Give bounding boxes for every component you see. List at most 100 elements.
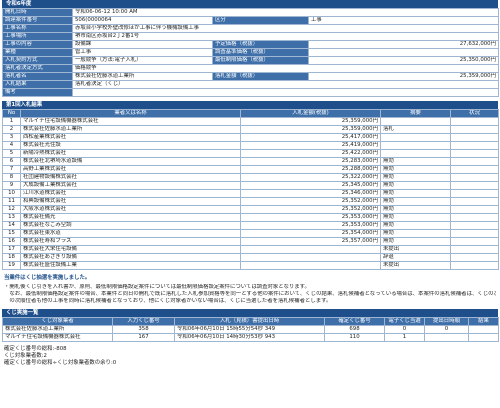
bid-status bbox=[450, 173, 499, 182]
lottery-name: 株式会社佐藤水道工業所 bbox=[2, 325, 113, 334]
table-row: 1 マルイチ住宅設備機器株式会社 25,359,000円 bbox=[2, 117, 499, 126]
bidder-name: 株式会社あさぎり設備 bbox=[20, 253, 241, 262]
bid-amount bbox=[240, 245, 381, 254]
bid-note bbox=[380, 141, 451, 150]
lottery-fixed-number: 110 bbox=[324, 333, 385, 342]
bid-amount: 25,352,000円 bbox=[240, 197, 381, 206]
bid-amount: 25,352,000円 bbox=[240, 205, 381, 214]
bid-table: No 業者又は名称 入札金額(税抜) 摘要 状況 1 マルイチ住宅設備機器株式会社… bbox=[2, 109, 499, 270]
notes-line: ・開札後くじ引きを入れ書が、原則、最低制限価格設定案件については最低制限価格設定… bbox=[4, 284, 310, 290]
info-label: 開札日時 bbox=[2, 8, 73, 17]
bid-note: 無効 bbox=[380, 237, 451, 246]
info-label: 工事の内容 bbox=[2, 40, 73, 49]
info-value: 令和06-06-12 10:00 AM bbox=[71, 8, 500, 17]
info-label: 区分 bbox=[212, 16, 309, 25]
info-label: 工事場所 bbox=[2, 32, 73, 41]
info-value: 27,632,000円 bbox=[307, 40, 500, 49]
info-value: 赤坂台小学校外壁改修ほか工事に伴う機械設備工事 bbox=[71, 24, 500, 33]
lottery-submit-time: 令和06年06月10日 14時30分53秒 943 bbox=[174, 333, 325, 342]
info-label: 工事名称 bbox=[2, 24, 73, 33]
bid-amount bbox=[240, 261, 381, 270]
info-label: 最低制限価格（税抜） bbox=[212, 56, 309, 65]
info-value bbox=[307, 48, 500, 57]
bid-note: 無効 bbox=[380, 205, 451, 214]
column-header: 入札（見積）書提出日時 bbox=[174, 317, 325, 326]
bid-no: 6 bbox=[2, 157, 21, 166]
info-value: 設備課 bbox=[72, 40, 213, 49]
bid-status bbox=[450, 245, 499, 254]
table-row: 3 西松産業株式会社 25,417,000円 bbox=[2, 133, 499, 142]
table-row: 19 株式会社盛住設備工業 未提出 bbox=[2, 261, 499, 270]
bid-no: 9 bbox=[2, 181, 21, 190]
bid-status bbox=[450, 117, 499, 126]
bid-amount: 25,354,000円 bbox=[240, 229, 381, 238]
bid-no: 7 bbox=[2, 165, 21, 174]
bid-amount: 25,359,000円 bbox=[240, 117, 381, 126]
column-header-status: 状況 bbox=[450, 109, 499, 118]
bidder-name: 株式会社東水道 bbox=[20, 229, 241, 238]
bid-amount: 25,346,000円 bbox=[240, 189, 381, 198]
bid-note: 無効 bbox=[380, 157, 451, 166]
column-header: 入力くじ番号 bbox=[112, 317, 175, 326]
bidder-name: 大阪水道株式会社 bbox=[20, 205, 241, 214]
bid-amount: 25,283,000円 bbox=[240, 157, 381, 166]
info-value: 一般競争（方法:電子入札） bbox=[72, 56, 213, 65]
bid-no: 4 bbox=[2, 141, 21, 150]
lottery-summary: 確定くじ番号の総和:-808 くじ対象業者数:2 確定くじ番号の総和÷くじ対象業… bbox=[4, 346, 496, 367]
info-label: 業種 bbox=[2, 48, 73, 57]
table-row: 5 新陽冷熱株式会社 25,422,000円 bbox=[2, 149, 499, 158]
notes-line: なお、最低制限価格設定案件の場合、本業件と同日の開札で既に落札した入札参加資格等… bbox=[9, 291, 496, 297]
table-row: マルイチ住宅設備機器株式会社 167 令和06年06月10日 14時30分53秒 9… bbox=[2, 333, 499, 342]
bidder-name: 株式会社大栄住宅設備 bbox=[20, 245, 241, 254]
bid-status bbox=[450, 229, 499, 238]
lottery-order bbox=[424, 333, 469, 342]
bid-amount bbox=[240, 253, 381, 262]
bid-status bbox=[450, 165, 499, 174]
info-value: 株式会社佐藤水道工業所 bbox=[72, 72, 213, 81]
lottery-result bbox=[468, 333, 499, 342]
table-row: 16 株式会社寿和プラス 25,357,000円 無効 bbox=[2, 237, 499, 246]
lottery-result bbox=[468, 325, 499, 334]
bid-note: 無効 bbox=[380, 229, 451, 238]
info-value: 25,359,000円 bbox=[307, 72, 500, 81]
table-row: 15 株式会社東水道 25,354,000円 無効 bbox=[2, 229, 499, 238]
table-row: 6 株式会社北堺埼水道設備 25,283,000円 無効 bbox=[2, 157, 499, 166]
bid-note: 無効 bbox=[380, 165, 451, 174]
column-header-no: No bbox=[2, 109, 21, 118]
lottery-order: 0 bbox=[424, 325, 469, 334]
table-row: 10 江川水道株式会社 25,346,000円 無効 bbox=[2, 189, 499, 198]
bid-note bbox=[380, 117, 451, 126]
info-value: 25,350,000円 bbox=[307, 56, 500, 65]
lottery-name: マルイチ住宅設備機器株式会社 bbox=[2, 333, 113, 342]
bidder-name: 株式会社盛住設備工業 bbox=[20, 261, 241, 270]
column-header-note: 摘要 bbox=[380, 109, 451, 118]
info-row: 開札日時 令和06-06-12 10:00 AM bbox=[2, 8, 500, 17]
bid-amount: 25,357,000円 bbox=[240, 237, 381, 246]
table-row: 株式会社佐藤水道工業所 358 令和06年06月10日 15時55分54秒 349 6… bbox=[2, 325, 499, 334]
info-value: 管工事 bbox=[72, 48, 213, 57]
bid-no: 19 bbox=[2, 261, 21, 270]
column-header: 電子くじ当選 bbox=[384, 317, 425, 326]
bid-amount: 25,422,000円 bbox=[240, 149, 381, 158]
column-header: 確定くじ番号 bbox=[324, 317, 385, 326]
info-row: 業種 管工事 調査基準価格（税抜） bbox=[2, 48, 500, 57]
info-value: 堺市南区赤坂台2丁2番1号 bbox=[71, 32, 500, 41]
bidder-name: 江川水道株式会社 bbox=[20, 189, 241, 198]
bid-note: 無効 bbox=[380, 181, 451, 190]
bid-status bbox=[450, 133, 499, 142]
info-row: 工事場所 堺市南区赤坂台2丁2番1号 bbox=[2, 32, 500, 41]
lottery-table: くじ対象業者 入力くじ番号 入札（見積）書提出日時 確定くじ番号 電子くじ当選 … bbox=[2, 317, 499, 342]
table-row: 9 大成設備工業株式会社 25,345,000円 無効 bbox=[2, 181, 499, 190]
lottery-submit-time: 令和06年06月10日 15時55分54秒 349 bbox=[174, 325, 325, 334]
bid-note: 落札 bbox=[380, 125, 451, 134]
column-header-name: 業者又は名称 bbox=[20, 109, 241, 118]
notes-line: の次順位者も他の工事を同時に落札候補者となっており、他にくじ対象者がいない場合は… bbox=[4, 298, 332, 304]
table-row: 2 株式会社佐藤水道工業所 25,359,000円 落札 bbox=[2, 125, 499, 134]
bid-no: 13 bbox=[2, 213, 21, 222]
bid-no: 1 bbox=[2, 117, 21, 126]
info-label: 調達案件番号 bbox=[2, 16, 73, 25]
info-value: 工事 bbox=[307, 16, 500, 25]
round-title: 第1回入札結果 bbox=[2, 101, 498, 109]
bid-amount: 25,359,000円 bbox=[240, 125, 381, 134]
table-row: 4 株式会社光住設 25,419,000円 bbox=[2, 141, 499, 150]
